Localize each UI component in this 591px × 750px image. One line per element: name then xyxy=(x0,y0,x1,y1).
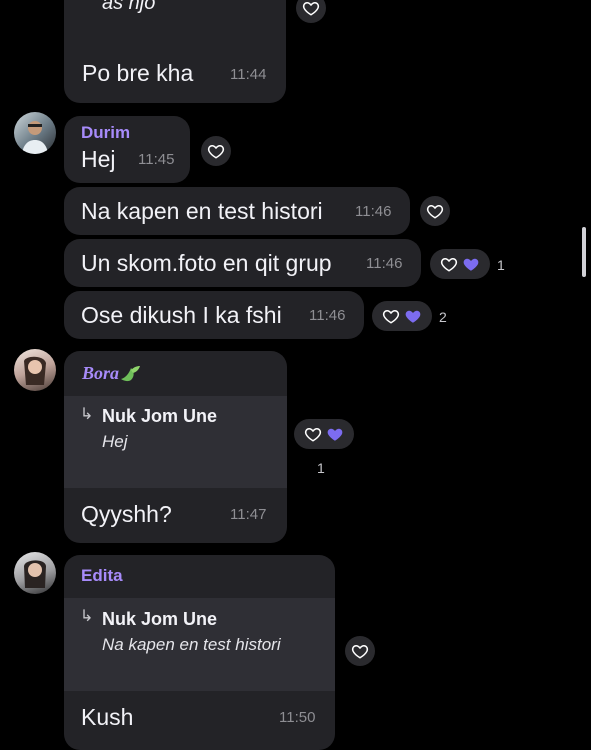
message-time: 11:44 xyxy=(230,66,267,83)
message-text: Un skom.foto en qit grup xyxy=(81,250,332,276)
react-button[interactable] xyxy=(420,196,450,226)
avatar[interactable] xyxy=(14,112,56,154)
heart-filled-icon xyxy=(327,428,343,441)
message-bubble[interactable]: Durim Hej 11:45 xyxy=(64,116,190,183)
sender-name: Edita xyxy=(81,566,123,585)
avatar[interactable] xyxy=(14,349,56,391)
scrollbar[interactable] xyxy=(582,227,586,277)
reaction-count: 1 xyxy=(497,257,505,273)
message-bubble[interactable]: Edita ↳ Nuk Jom Une Na kapen en test his… xyxy=(64,555,335,750)
message-text: Qyyshh? xyxy=(81,501,172,527)
leaf-icon xyxy=(121,366,141,382)
reply-author: Nuk Jom Une xyxy=(102,609,218,629)
heart-outline-icon xyxy=(382,309,400,324)
heart-outline-icon xyxy=(207,144,225,159)
message-bubble[interactable]: Un skom.foto en qit grup 11:46 xyxy=(64,239,421,287)
message-text: Po bre kha xyxy=(82,60,194,86)
message-time: 11:47 xyxy=(230,506,267,523)
heart-outline-icon xyxy=(304,427,322,442)
react-button[interactable] xyxy=(345,636,375,666)
person-icon xyxy=(22,121,48,154)
message-time: 11:50 xyxy=(279,709,316,726)
message-bubble[interactable]: Ose dikush I ka fshi 11:46 xyxy=(64,291,364,339)
reply-text: Na kapen en test histori xyxy=(102,635,281,654)
reply-arrow-icon: ↳ xyxy=(80,608,94,625)
avatar[interactable] xyxy=(14,552,56,594)
reply-quote[interactable]: ↳ Nuk Jom Une Hej xyxy=(64,396,287,488)
reply-author: Nuk Jom Une xyxy=(102,406,218,426)
message-bubble[interactable]: Na kapen en test histori 11:46 xyxy=(64,187,410,235)
message-text: as njo xyxy=(102,0,156,14)
reaction-group[interactable] xyxy=(294,419,354,449)
heart-filled-icon xyxy=(463,258,479,271)
react-button[interactable] xyxy=(296,0,326,23)
reply-arrow-icon: ↳ xyxy=(80,406,94,423)
message-time: 11:46 xyxy=(366,255,403,272)
reply-quote[interactable]: ↳ Nuk Jom Une Na kapen en test histori xyxy=(64,598,335,691)
heart-outline-icon xyxy=(426,204,444,219)
heart-outline-icon xyxy=(302,1,320,16)
message-text: Ose dikush I ka fshi xyxy=(81,302,282,328)
reaction-count: 1 xyxy=(317,460,325,476)
reaction-group[interactable] xyxy=(372,301,432,331)
heart-outline-icon xyxy=(351,644,369,659)
person-icon xyxy=(24,356,46,385)
message-text: Hej xyxy=(81,146,116,172)
heart-outline-icon xyxy=(440,257,458,272)
message-bubble[interactable]: as njo Po bre kha 11:44 xyxy=(64,0,286,103)
message-text: Kush xyxy=(81,704,134,730)
heart-filled-icon xyxy=(405,310,421,323)
sender-name: Durim xyxy=(81,123,131,142)
message-time: 11:46 xyxy=(309,307,346,324)
sender-name: Bora xyxy=(82,363,141,384)
person-icon xyxy=(24,560,46,588)
message-time: 11:46 xyxy=(355,203,392,220)
reaction-group[interactable] xyxy=(430,249,490,279)
message-text: Na kapen en test histori xyxy=(81,198,323,224)
message-time: 11:45 xyxy=(138,151,175,168)
reply-text: Hej xyxy=(102,432,128,451)
reaction-count: 2 xyxy=(439,309,447,325)
react-button[interactable] xyxy=(201,136,231,166)
message-bubble[interactable]: Bora ↳ Nuk Jom Une Hej Qyyshh? 11:47 xyxy=(64,351,287,543)
